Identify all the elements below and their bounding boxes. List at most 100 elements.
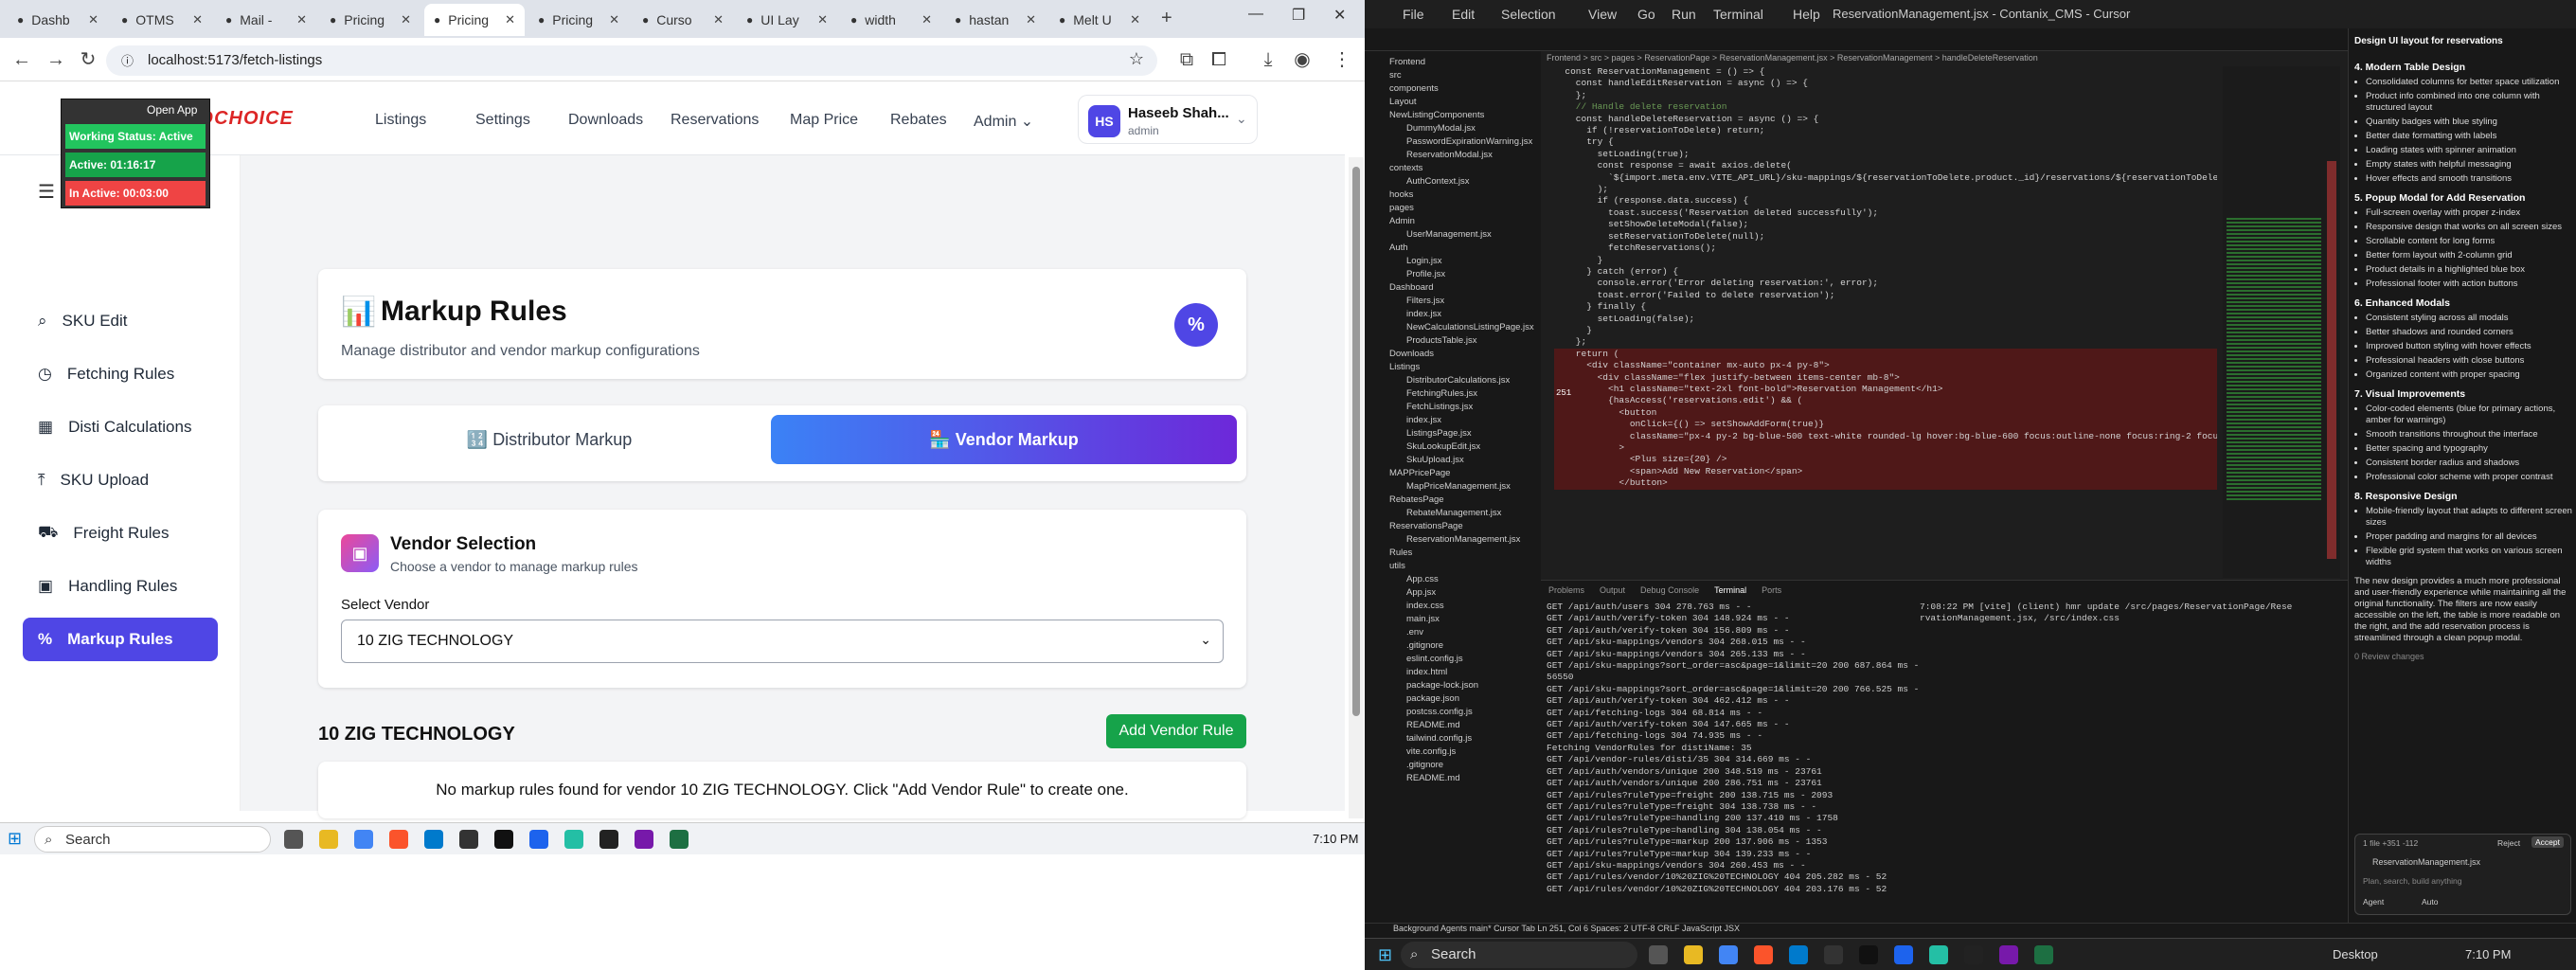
explorer-item[interactable]: FetchingRules.jsx	[1372, 388, 1541, 402]
terminal-output[interactable]: GET /api/auth/users 304 278.763 ms - - GE…	[1547, 602, 1925, 895]
explorer-item[interactable]: index.css	[1372, 601, 1541, 614]
add-vendor-rule-button[interactable]: Add Vendor Rule	[1106, 714, 1246, 748]
explorer-item[interactable]: README.md	[1372, 773, 1541, 786]
menu-item[interactable]: Selection	[1501, 7, 1556, 22]
agent-selector[interactable]: Agent	[2363, 897, 2384, 907]
user-menu[interactable]: HS Haseeb Shah... admin ⌄	[1078, 95, 1258, 144]
open-app-link[interactable]: Open App	[147, 103, 197, 117]
onenote-icon[interactable]	[635, 830, 653, 849]
vendor-select[interactable]: 10 ZIG TECHNOLOGY ⌄	[341, 620, 1224, 663]
nav-link[interactable]: Map Price	[790, 112, 858, 129]
brave-icon[interactable]	[389, 830, 408, 849]
explorer-item[interactable]: pages	[1372, 203, 1541, 216]
terminal-tab[interactable]: Debug Console	[1640, 585, 1699, 595]
docker-icon[interactable]	[529, 830, 548, 849]
explorer-item[interactable]: FetchListings.jsx	[1372, 402, 1541, 415]
explorer-item[interactable]: Dashboard	[1372, 282, 1541, 296]
page-scrollbar[interactable]	[1349, 157, 1364, 818]
taskbar-search[interactable]: ⌕ Search	[34, 826, 271, 853]
explorer-item[interactable]: Rules	[1372, 548, 1541, 561]
explorer-item[interactable]: index.html	[1372, 667, 1541, 680]
browser-tab[interactable]: ● Pricing ✕	[424, 4, 525, 36]
explorer-item[interactable]: DistributorCalculations.jsx	[1372, 375, 1541, 388]
browser-tab[interactable]: ● UI Lay ✕	[737, 4, 837, 36]
explorer-item[interactable]: MAPPricePage	[1372, 468, 1541, 481]
explorer-item[interactable]: UserManagement.jsx	[1372, 229, 1541, 242]
explorer-item[interactable]: utils	[1372, 561, 1541, 574]
terminal-tab[interactable]: Output	[1600, 585, 1625, 595]
explorer-item[interactable]: AuthContext.jsx	[1372, 176, 1541, 189]
chrome-icon[interactable]	[354, 830, 373, 849]
explorer-item[interactable]: Downloads	[1372, 349, 1541, 362]
explorer-item[interactable]: MapPriceManagement.jsx	[1372, 481, 1541, 494]
explorer-item[interactable]: src	[1372, 70, 1541, 83]
explorer-item[interactable]: Filters.jsx	[1372, 296, 1541, 309]
explorer-item[interactable]: NewListingComponents	[1372, 110, 1541, 123]
file-explorer-icon[interactable]	[319, 830, 338, 849]
brave-icon[interactable]	[1754, 945, 1773, 964]
new-tab-icon[interactable]: +	[1161, 8, 1172, 29]
close-window-icon[interactable]: ✕	[1333, 6, 1346, 25]
changed-file[interactable]: ReservationManagement.jsx	[2372, 857, 2480, 867]
explorer-item[interactable]: ReservationsPage	[1372, 521, 1541, 534]
vscode-icon[interactable]	[1789, 945, 1808, 964]
menu-item[interactable]: File	[1403, 7, 1424, 22]
excel-icon[interactable]	[2034, 945, 2053, 964]
explorer-item[interactable]: contexts	[1372, 163, 1541, 176]
terminal-icon[interactable]	[1964, 945, 1983, 964]
chrome-icon[interactable]	[1719, 945, 1738, 964]
nav-link[interactable]: Listings	[375, 112, 426, 129]
browser-tab[interactable]: ● Mail - ✕	[216, 4, 316, 36]
obs-icon[interactable]	[1824, 945, 1843, 964]
close-tab-icon[interactable]: ✕	[609, 12, 619, 27]
taskbar-search[interactable]: ⌕ Search	[1401, 942, 1637, 968]
close-tab-icon[interactable]: ✕	[88, 12, 98, 27]
chat-input-box[interactable]: 1 file +351 -112 Reject Accept Reservati…	[2354, 834, 2571, 915]
tab-distributor-markup[interactable]: 🔢 Distributor Markup	[328, 415, 771, 464]
model-selector[interactable]: Auto	[2422, 897, 2439, 907]
sidebar-item[interactable]: % Markup Rules	[23, 618, 218, 661]
windows-start-icon[interactable]: ⊞	[8, 829, 22, 849]
menu-item[interactable]: Terminal	[1713, 7, 1763, 22]
tab-vendor-markup[interactable]: 🏪 Vendor Markup	[771, 415, 1237, 464]
explorer-item[interactable]: .env	[1372, 627, 1541, 640]
hamburger-icon[interactable]: ☰	[38, 180, 55, 204]
explorer-item[interactable]: main.jsx	[1372, 614, 1541, 627]
docker-icon[interactable]	[1894, 945, 1913, 964]
explorer-item[interactable]: Auth	[1372, 242, 1541, 256]
menu-item[interactable]: View	[1588, 7, 1617, 22]
url-input[interactable]: ⓘ localhost:5173/fetch-listings ☆	[106, 45, 1157, 76]
explorer-item[interactable]: package-lock.json	[1372, 680, 1541, 693]
explorer-item[interactable]: PasswordExpirationWarning.jsx	[1372, 136, 1541, 150]
close-tab-icon[interactable]: ✕	[192, 12, 203, 27]
terminal-tab[interactable]: Terminal	[1714, 585, 1746, 595]
close-tab-icon[interactable]: ✕	[1130, 12, 1140, 27]
browser-tab[interactable]: ● Melt U ✕	[1049, 4, 1150, 36]
close-tab-icon[interactable]: ✕	[505, 12, 515, 27]
profile-icon[interactable]: ◉	[1288, 45, 1316, 74]
explorer-item[interactable]: README.md	[1372, 720, 1541, 733]
sidebar-item[interactable]: ⛟ Freight Rules	[23, 512, 218, 555]
close-tab-icon[interactable]: ✕	[713, 12, 724, 27]
task-view-icon[interactable]	[284, 830, 303, 849]
explorer-item[interactable]: index.jsx	[1372, 309, 1541, 322]
close-tab-icon[interactable]: ✕	[296, 12, 307, 27]
explorer-item[interactable]: hooks	[1372, 189, 1541, 203]
explorer-item[interactable]: Login.jsx	[1372, 256, 1541, 269]
maximize-icon[interactable]: ❐	[1292, 6, 1305, 25]
explorer-item[interactable]: Profile.jsx	[1372, 269, 1541, 282]
menu-item[interactable]: Go	[1637, 7, 1655, 22]
browser-tab[interactable]: ● Pricing ✕	[320, 4, 420, 36]
puzzle-icon[interactable]: ⧠	[1205, 45, 1233, 74]
explorer-item[interactable]: ReservationManagement.jsx	[1372, 534, 1541, 548]
explorer-item[interactable]: SkuUpload.jsx	[1372, 455, 1541, 468]
explorer-item[interactable]: SkuLookupEdit.jsx	[1372, 441, 1541, 455]
obs-icon[interactable]	[459, 830, 478, 849]
back-icon[interactable]: ←	[8, 45, 36, 74]
explorer-item[interactable]: package.json	[1372, 693, 1541, 707]
download-icon[interactable]: ⤓	[1254, 45, 1282, 74]
nav-link[interactable]: Rebates	[890, 112, 947, 129]
terminal-tab[interactable]: Ports	[1762, 585, 1781, 595]
browser-tab[interactable]: ● OTMS ✕	[112, 4, 212, 36]
terminal-output-2[interactable]: 7:08:22 PM [vite] (client) hmr update /s…	[1920, 602, 2299, 625]
